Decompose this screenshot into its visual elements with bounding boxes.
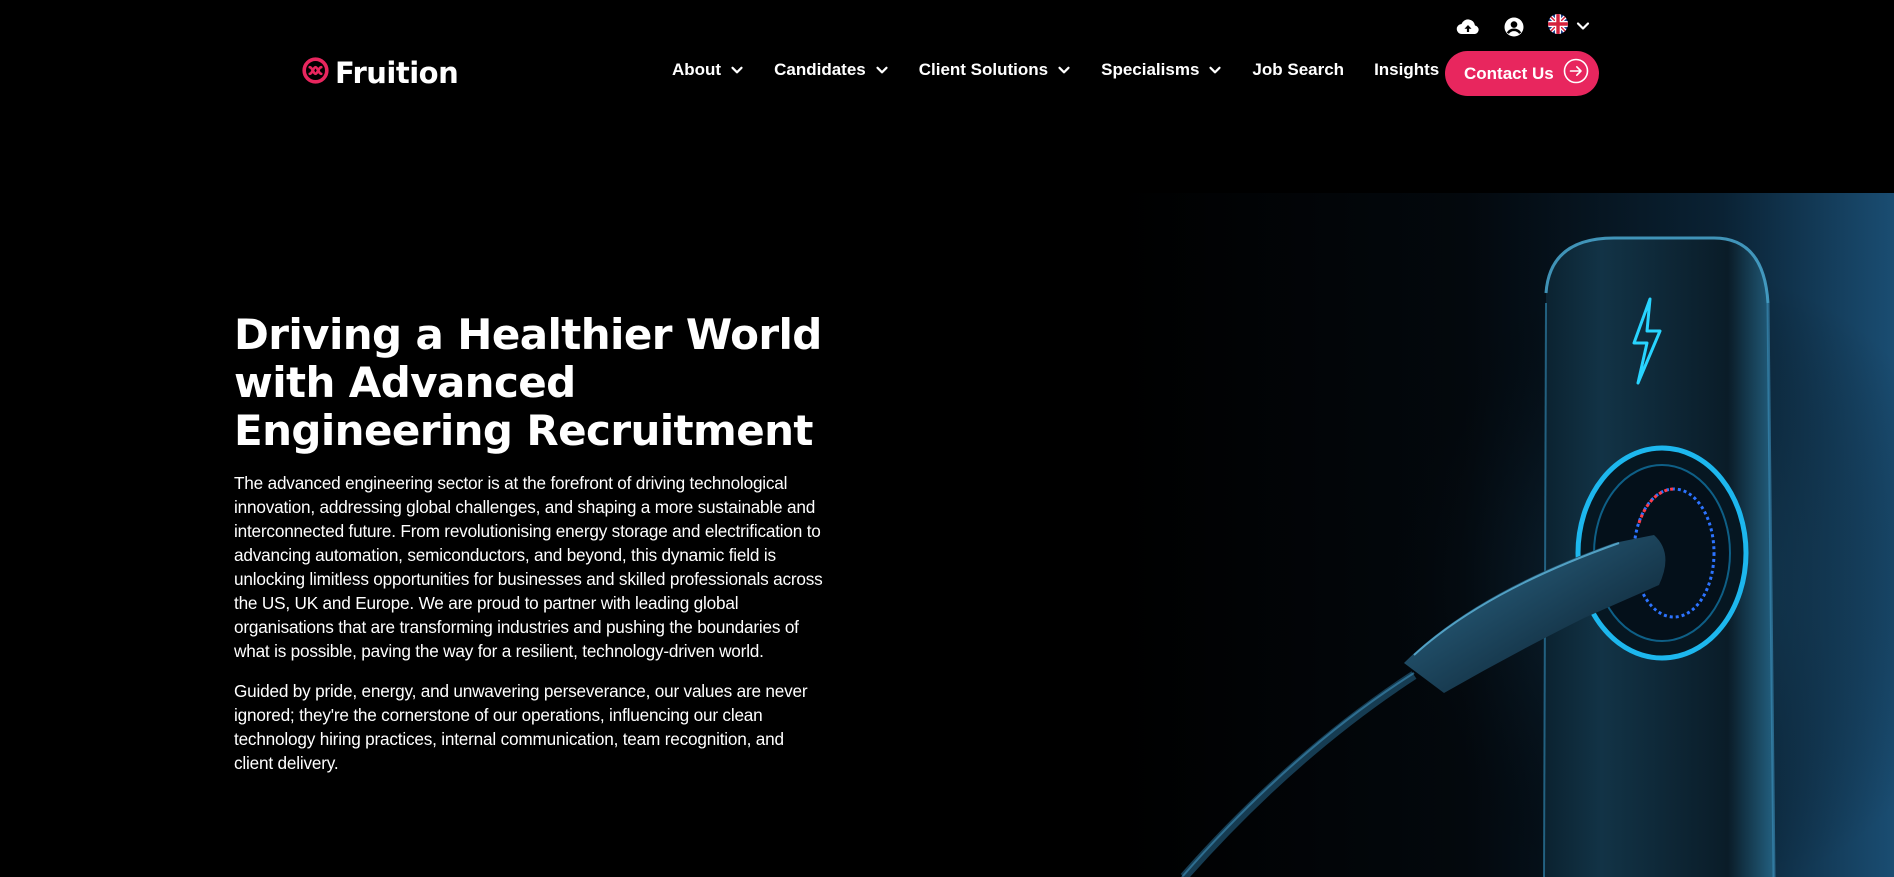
nav-item-job-search[interactable]: Job Search [1252, 60, 1344, 80]
contact-us-label: Contact Us [1464, 63, 1554, 83]
hero-paragraph-values: Guided by pride, energy, and unwavering … [234, 681, 808, 773]
chevron-down-icon [876, 66, 888, 74]
nav-item-label: Client Solutions [918, 60, 1049, 79]
nav-item-label: About [672, 60, 722, 79]
logo-mark-icon [302, 57, 329, 89]
nav-item-label: Candidates [774, 60, 866, 79]
user-account-icon[interactable] [1502, 15, 1526, 39]
hero-text: Driving a Healthier World with Advanced … [234, 311, 826, 791]
fruition-logo[interactable]: Fruition [302, 56, 459, 90]
uk-flag-icon [1548, 14, 1568, 39]
page-title: Driving a Healthier World with Advanced … [234, 310, 822, 455]
nav-item-label: Specialisms [1101, 60, 1200, 79]
nav-item-label: Job Search [1252, 60, 1345, 79]
nav-item-client-solutions[interactable]: Client Solutions [919, 60, 1071, 80]
hero-paragraph-intro: The advanced engineering sector is at th… [234, 473, 823, 661]
hero-section: Driving a Healthier World with Advanced … [0, 193, 1894, 877]
nav-item-about[interactable]: About [672, 60, 744, 80]
contact-us-button[interactable]: Contact Us [1445, 51, 1599, 96]
main-nav: About Candidates Client Solutions Specia… [672, 60, 1492, 80]
nav-item-label: Insights [1374, 60, 1440, 79]
chevron-down-icon [1576, 18, 1590, 36]
cloud-upload-icon[interactable] [1456, 15, 1480, 39]
chevron-down-icon [1209, 66, 1222, 74]
arrow-right-circle-icon [1563, 58, 1589, 89]
nav-item-candidates[interactable]: Candidates [774, 60, 889, 80]
chevron-down-icon [731, 66, 743, 74]
chevron-down-icon [1058, 66, 1070, 74]
nav-item-specialisms[interactable]: Specialisms [1101, 60, 1222, 80]
ev-charger-image [1114, 193, 1894, 877]
language-selector[interactable] [1548, 14, 1590, 39]
utility-bar [1456, 14, 1590, 39]
logo-wordmark: Fruition [335, 56, 459, 90]
